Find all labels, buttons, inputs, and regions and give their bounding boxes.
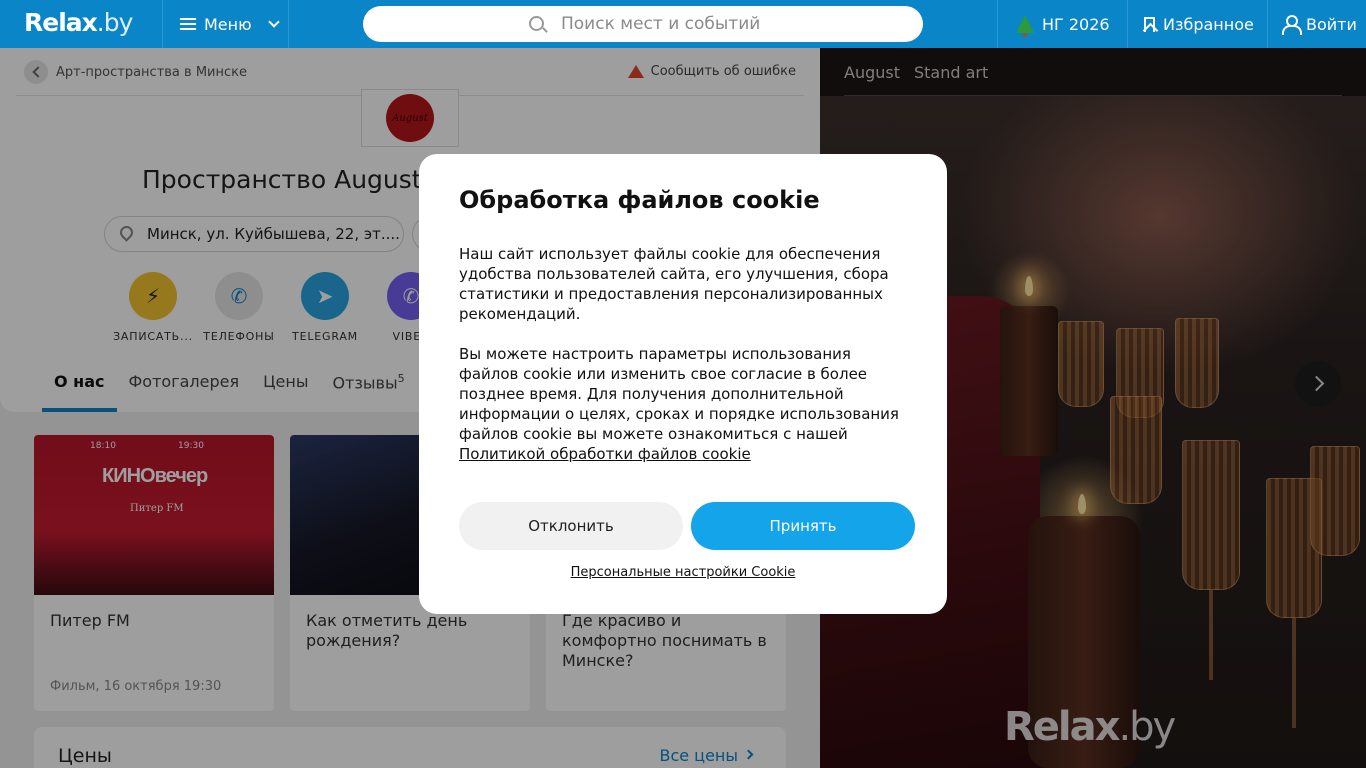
user-icon — [1282, 15, 1302, 35]
cookie-policy-link[interactable]: Политикой обработки файлов cookie — [459, 445, 751, 463]
search-icon — [529, 16, 544, 31]
christmas-tree-icon — [1016, 15, 1034, 37]
menu-label: Меню — [204, 14, 252, 34]
new-year-label: НГ 2026 — [1042, 14, 1110, 34]
site-logo[interactable]: Relax.by — [24, 8, 133, 37]
login-label: Войти — [1306, 14, 1357, 34]
burger-icon — [180, 18, 196, 30]
cookie-buttons: Отклонить Принять — [459, 502, 915, 550]
menu-button[interactable]: Меню — [162, 0, 289, 48]
top-header: Relax.by Меню Поиск мест и событий НГ 20… — [0, 0, 1366, 48]
cookie-settings-link[interactable]: Персональные настройки Cookie — [419, 565, 947, 580]
cookie-paragraph: Вы можете настроить параметры использова… — [459, 345, 899, 463]
cookie-dialog: Обработка файлов cookie Наш сайт использ… — [419, 154, 947, 614]
bookmark-icon — [1144, 16, 1155, 32]
search-input[interactable]: Поиск мест и событий — [363, 6, 923, 42]
accept-button[interactable]: Принять — [691, 502, 915, 550]
chevron-down-icon — [267, 16, 280, 28]
cookie-text: Наш сайт использует файлы cookie для обе… — [459, 244, 907, 464]
favorites-label: Избранное — [1163, 14, 1254, 34]
cookie-paragraph: Наш сайт использует файлы cookie для обе… — [459, 245, 889, 323]
search-placeholder: Поиск мест и событий — [561, 14, 761, 34]
decline-button[interactable]: Отклонить — [459, 502, 683, 550]
login-button[interactable]: Войти — [1267, 0, 1366, 48]
cookie-title: Обработка файлов cookie — [459, 186, 820, 214]
new-year-link[interactable]: НГ 2026 — [997, 0, 1127, 48]
favorites-link[interactable]: Избранное — [1127, 0, 1267, 48]
